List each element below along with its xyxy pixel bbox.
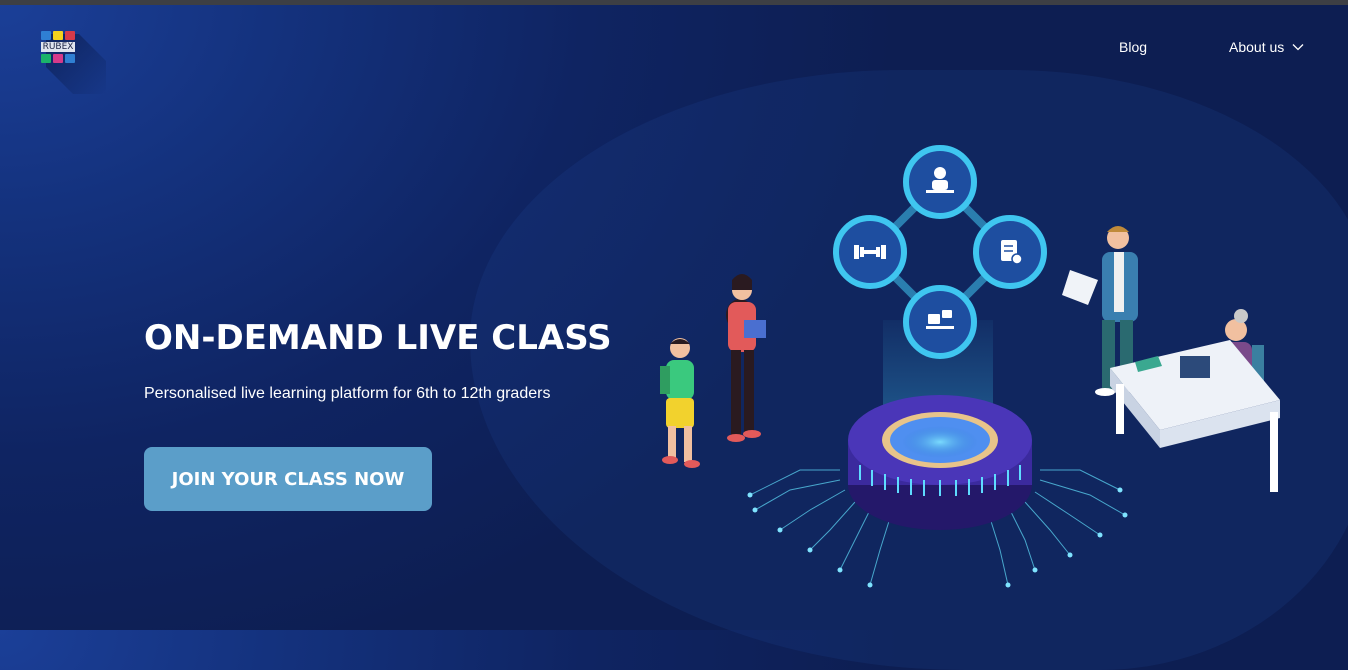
join-class-button[interactable]: JOIN YOUR CLASS NOW (144, 447, 432, 511)
logo-cell (41, 54, 51, 63)
teacher-node (903, 145, 977, 219)
hero-subtitle: Personalised live learning platform for … (144, 385, 551, 402)
icon-network (833, 145, 1047, 359)
assignment-node (973, 215, 1047, 289)
browser-top-strip (0, 0, 1348, 5)
student-girl-tall (726, 274, 766, 442)
logo[interactable]: RUBEX (40, 30, 76, 66)
nav-blog-link[interactable]: Blog (1119, 39, 1147, 55)
hero-illustration (660, 145, 1280, 588)
logo-cell (65, 54, 75, 63)
logo-cell (41, 31, 51, 40)
classroom-node (903, 285, 977, 359)
hero-title: ON-DEMAND LIVE CLASS (144, 318, 612, 358)
nav-about-us-label: About us (1229, 39, 1285, 55)
chevron-down-icon (1292, 44, 1304, 51)
logo-cell (65, 31, 75, 40)
hologram-platform (848, 395, 1032, 530)
desk-scene (1110, 309, 1280, 492)
nav-about-us-link[interactable]: About us (1229, 39, 1304, 55)
logo-cell (53, 54, 63, 63)
logo-cell (53, 31, 63, 40)
student-boy-small (660, 338, 700, 468)
fitness-node (833, 215, 907, 289)
logo-text: RUBEX (41, 42, 75, 52)
